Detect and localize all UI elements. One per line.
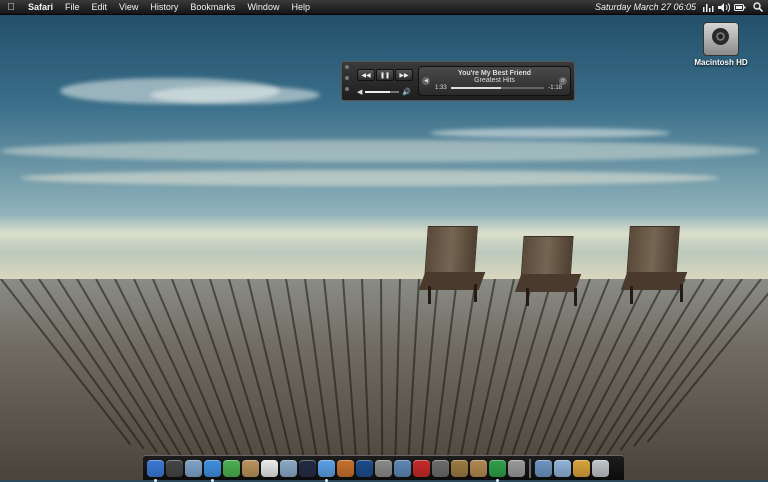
pause-button[interactable]: ❚❚ [376, 69, 394, 81]
flashcards-icon[interactable] [413, 459, 430, 477]
album-name: Greatest Hits [474, 77, 515, 84]
menu-help[interactable]: Help [285, 2, 316, 12]
macintosh-hd-desktop-icon[interactable]: Macintosh HD [688, 22, 754, 67]
documents-folder-icon[interactable] [554, 459, 571, 477]
deck-plank-gap [114, 279, 211, 468]
hard-drive-icon [703, 22, 739, 56]
menu-window[interactable]: Window [241, 2, 285, 12]
now-playing-display: ◀ ⟳ You're My Best Friend Greatest Hits … [418, 66, 571, 96]
apple-icon[interactable]:  [0, 2, 22, 13]
progress-bar[interactable] [450, 87, 545, 89]
deck-plank-gap [38, 279, 158, 454]
cloud [0, 140, 760, 162]
safari-icon[interactable] [204, 459, 221, 482]
deck-plank-gap [593, 279, 705, 459]
deck-plank-gap [304, 279, 335, 480]
next-track-button[interactable]: ▶▶ [395, 69, 413, 81]
tools-icon[interactable] [451, 459, 468, 477]
menu-file[interactable]: File [59, 2, 86, 12]
dock [143, 455, 624, 482]
menu-edit[interactable]: Edit [86, 2, 114, 12]
activity-graph-icon[interactable] [700, 0, 716, 14]
volume-low-icon: ◀ [357, 89, 363, 96]
deck-plank-gap [619, 279, 743, 451]
ical-icon[interactable] [261, 459, 278, 477]
drive-label: Macintosh HD [694, 58, 748, 67]
keynote-icon[interactable] [337, 459, 354, 477]
deck-plank-gap [405, 279, 420, 480]
utility-icon[interactable] [432, 459, 449, 477]
address-book-icon[interactable] [242, 459, 259, 477]
playback-controls: ◀◀ ❚❚ ▶▶ [357, 69, 413, 81]
close-dot[interactable] [345, 65, 349, 69]
deck-plank-gap [380, 279, 384, 480]
mail-icon[interactable] [185, 459, 202, 477]
volume-icon[interactable] [716, 0, 732, 14]
spotlight-search-icon[interactable] [748, 0, 768, 14]
deck-plank-gap [57, 279, 172, 457]
menu-history[interactable]: History [144, 2, 184, 12]
progress-row: 1:33 -1:18 [435, 85, 562, 91]
cloud [20, 170, 720, 186]
preview-icon[interactable] [394, 459, 411, 477]
script-editor-icon[interactable] [375, 459, 392, 477]
minimize-dot[interactable] [345, 76, 349, 80]
ichat-icon[interactable] [223, 459, 240, 477]
iphoto-icon[interactable] [280, 459, 297, 477]
menu-bookmarks[interactable]: Bookmarks [184, 2, 241, 12]
trash-icon[interactable] [592, 459, 609, 477]
itunes-mini-player[interactable]: ◀◀ ❚❚ ▶▶ ◀ 🔊 ◀ ⟳ You're My Best Friend G… [341, 61, 575, 101]
song-title: You're My Best Friend [457, 70, 532, 77]
snapback-icon[interactable]: ⟳ [559, 77, 567, 85]
downloads-stack-icon[interactable] [573, 459, 590, 477]
system-preferences-icon[interactable] [508, 459, 525, 477]
menu-bar:  Safari File Edit View History Bookmark… [0, 0, 768, 15]
finder-icon[interactable] [147, 459, 164, 482]
elapsed-time: 1:33 [435, 85, 447, 91]
deck-plank-gap [393, 279, 401, 480]
deck-plank-gap [442, 279, 477, 480]
volume-slider-fill [365, 91, 390, 93]
volume-high-icon: 🔊 [402, 89, 412, 96]
menu-view[interactable]: View [113, 2, 144, 12]
camino-icon[interactable] [489, 459, 506, 482]
menu-clock[interactable]: Saturday March 27 06:05 [591, 2, 700, 12]
display-toggle-icon[interactable]: ◀ [422, 77, 430, 85]
window-controls [345, 65, 351, 98]
cloud [150, 86, 320, 104]
dock-separator [529, 458, 531, 478]
deck-plank-gap [491, 279, 553, 480]
volume-slider[interactable] [365, 91, 400, 93]
deck-plank-gap [361, 279, 372, 480]
previous-track-button[interactable]: ◀◀ [357, 69, 375, 81]
photoshop-icon[interactable] [356, 459, 373, 477]
dashboard-icon[interactable] [166, 459, 183, 477]
itunes-icon[interactable] [299, 459, 316, 477]
remaining-time: -1:18 [548, 85, 562, 91]
deck-plank-gap [342, 279, 360, 480]
volume-control: ◀ 🔊 [357, 88, 411, 96]
wooden-deck [0, 279, 768, 480]
battery-icon[interactable] [732, 0, 748, 14]
zoom-dot[interactable] [345, 87, 349, 91]
applications-folder-icon[interactable] [535, 459, 552, 477]
progress-bar-fill [450, 87, 502, 89]
cloud [430, 128, 670, 138]
deck-plank-gap [209, 279, 274, 480]
quicktime-icon[interactable] [318, 459, 335, 482]
brush-icon[interactable] [470, 459, 487, 477]
menu-safari[interactable]: Safari [22, 2, 59, 12]
